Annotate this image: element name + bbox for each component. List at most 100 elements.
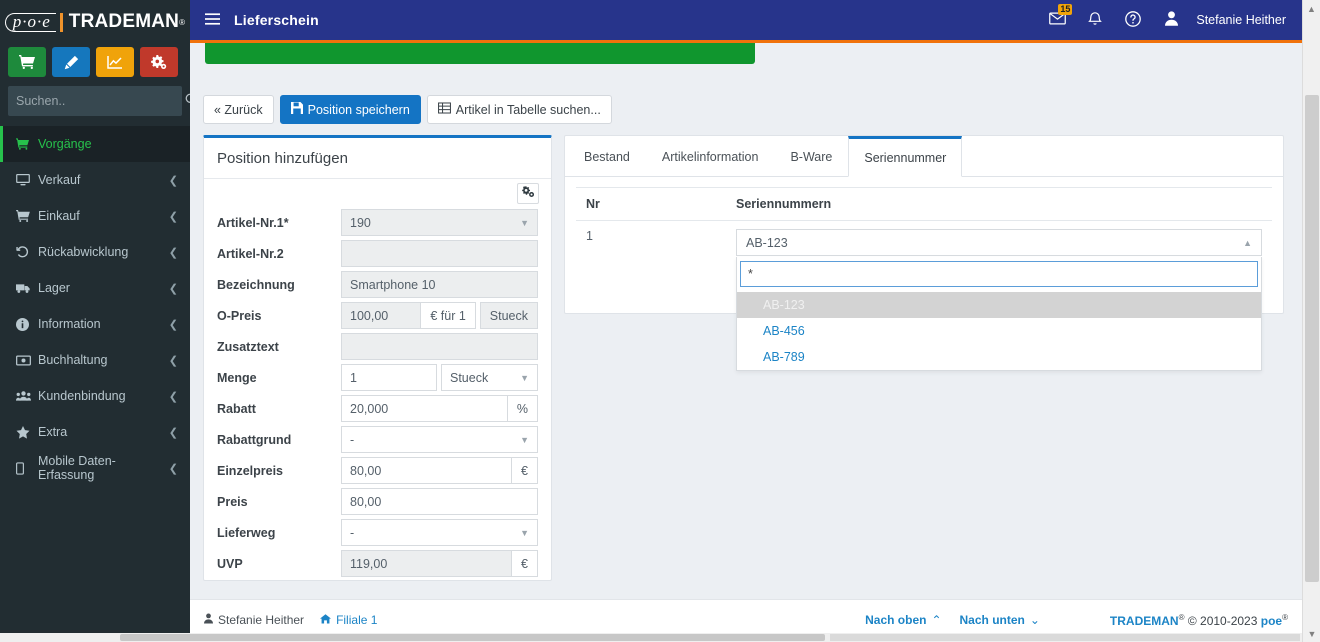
serial-number-select-face[interactable]: AB-123 ▲ — [736, 229, 1262, 256]
chevron-left-icon: ❮ — [168, 426, 178, 439]
form-row: Lieferweg - ▼ — [217, 517, 538, 548]
truck-icon — [16, 283, 38, 294]
sidebar-item-label: Extra — [38, 425, 68, 439]
scroll-up-arrow-icon[interactable]: ▲ — [1303, 0, 1320, 17]
chevron-down-icon: ▼ — [520, 217, 529, 228]
sidebar-item-lager[interactable]: Lager ❮ — [0, 270, 190, 306]
messages-button[interactable]: 15 — [1038, 0, 1076, 40]
bezeichnung-input[interactable]: Smartphone 10 — [341, 271, 538, 298]
selected-value: AB-123 — [746, 235, 788, 250]
einzelpreis-input[interactable]: 80,00 — [341, 457, 513, 484]
sidebar-item-extra[interactable]: Extra ❮ — [0, 414, 190, 450]
artikel-nr-2-input[interactable] — [341, 240, 538, 267]
horizontal-scrollbar[interactable] — [0, 633, 1302, 642]
scroll-to-bottom-link[interactable]: Nach unten ⌄ — [960, 613, 1040, 627]
menge-unit-select[interactable]: Stueck ▼ — [441, 364, 538, 391]
horizontal-scrollbar-thumb[interactable] — [120, 634, 825, 641]
form-settings-button[interactable] — [517, 183, 539, 204]
save-position-button[interactable]: Position speichern — [279, 95, 421, 124]
sidebar-item-mobile-daten-erfassung[interactable]: Mobile Daten-Erfassung ❮ — [0, 450, 190, 486]
search-input[interactable] — [8, 94, 185, 108]
shopping-cart-icon — [19, 55, 35, 69]
brand-logo[interactable]: p·o·e TRADEMAN ® — [0, 0, 190, 44]
chevron-left-icon: ❮ — [168, 390, 178, 403]
chevron-down-icon: ⌄ — [1029, 613, 1040, 627]
copyright-poe: poe — [1260, 613, 1283, 628]
user-name-label[interactable]: Stefanie Heither — [1190, 13, 1288, 27]
tab-seriennummer[interactable]: Seriennummer — [848, 136, 963, 177]
menge-input[interactable]: 1 — [341, 364, 437, 391]
field-label: Artikel-Nr.2 — [217, 246, 284, 261]
mobile-icon — [16, 461, 38, 475]
sidebar-item-information[interactable]: Information ❮ — [0, 306, 190, 342]
rabatt-input[interactable]: 20,000 — [341, 395, 508, 422]
field-value: 80,00 — [350, 463, 382, 478]
lieferweg-select[interactable]: - ▼ — [341, 519, 538, 546]
table-row: 1 AB-123 ▲ * AB-123 AB-456 AB-789 — [576, 221, 1272, 371]
tab-bestand[interactable]: Bestand — [568, 136, 646, 177]
settings-button[interactable] — [140, 47, 178, 77]
form-row: Einzelpreis 80,00 € — [217, 455, 538, 486]
tab-bar: Bestand Artikelinformation B-Ware Serien… — [565, 136, 1283, 177]
cart-icon — [16, 138, 38, 150]
sidebar-item-einkauf[interactable]: Einkauf ❮ — [0, 198, 190, 234]
panel-body: Artikel-Nr.1* 190 ▼ Artikel-Nr.2 Bezeich… — [204, 179, 551, 580]
cart-button[interactable] — [8, 47, 46, 77]
form-row: Zusatztext — [217, 331, 538, 362]
info-circle-icon — [16, 317, 38, 331]
field-value: 1 — [350, 370, 357, 385]
dropdown-option-ab-123[interactable]: AB-123 — [737, 292, 1261, 318]
sidebar-item-vorgaenge[interactable]: Vorgänge — [0, 126, 190, 162]
user-avatar-button[interactable] — [1152, 0, 1190, 40]
rabattgrund-select[interactable]: - ▼ — [341, 426, 538, 453]
sidebar-item-label: Rückabwicklung — [38, 245, 129, 259]
o-preis-input[interactable]: 100,00 — [341, 302, 422, 329]
form-row: Rabattgrund - ▼ — [217, 424, 538, 455]
scroll-down-arrow-icon[interactable]: ▼ — [1303, 625, 1320, 642]
artikel-nr-1-select[interactable]: 190 ▼ — [341, 209, 538, 236]
rabatt-unit-addon: % — [507, 395, 538, 422]
help-button[interactable] — [1114, 0, 1152, 40]
field-value: - — [350, 432, 355, 447]
tab-artikelinformation[interactable]: Artikelinformation — [646, 136, 775, 177]
dropdown-option-ab-789[interactable]: AB-789 — [737, 344, 1261, 370]
form-row: UVP 119,00 € — [217, 548, 538, 579]
preis-input[interactable]: 80,00 — [341, 488, 538, 515]
registered-mark-icon: ® — [1178, 612, 1185, 622]
search-article-table-label: Artikel in Tabelle suchen... — [455, 102, 601, 117]
header-actions: 15 Stefanie Heither — [1038, 0, 1302, 40]
sidebar-item-label: Kundenbindung — [38, 389, 126, 403]
vertical-scrollbar[interactable]: ▲ ▼ — [1302, 0, 1320, 642]
notifications-button[interactable] — [1076, 0, 1114, 40]
sidebar-item-buchhaltung[interactable]: Buchhaltung ❮ — [0, 342, 190, 378]
dropdown-option-ab-456[interactable]: AB-456 — [737, 318, 1261, 344]
star-icon — [16, 425, 38, 439]
back-button[interactable]: « Zurück — [203, 95, 274, 124]
back-button-label: « Zurück — [214, 102, 263, 117]
chart-line-icon — [107, 55, 123, 69]
scroll-to-top-link[interactable]: Nach oben ⌃ — [865, 613, 941, 627]
sidebar-item-verkauf[interactable]: Verkauf ❮ — [0, 162, 190, 198]
scroll-to-bottom-label: Nach unten — [959, 613, 1025, 627]
home-icon — [320, 613, 332, 627]
edit-button[interactable] — [52, 47, 90, 77]
serial-number-dropdown: AB-123 ▲ AB-123 AB-456 — [736, 229, 1262, 371]
tab-b-ware[interactable]: B-Ware — [774, 136, 848, 177]
form-row: Menge 1 Stueck ▼ — [217, 362, 538, 393]
vertical-scrollbar-thumb[interactable] — [1305, 95, 1319, 582]
sidebar-nav: Vorgänge Verkauf ❮ Einkauf ❮ Rückabwickl… — [0, 126, 190, 486]
uvp-input[interactable]: 119,00 — [341, 550, 513, 577]
user-icon — [1164, 11, 1178, 29]
form-row: Preis 80,00 — [217, 486, 538, 517]
zusatztext-input[interactable] — [341, 333, 538, 360]
footer-branch[interactable]: Filiale 1 — [320, 613, 377, 627]
menu-toggle-button[interactable] — [190, 12, 234, 28]
dropdown-search-input[interactable] — [740, 261, 1258, 287]
field-label: Rabatt — [217, 401, 256, 416]
sidebar-item-rueckabwicklung[interactable]: Rückabwicklung ❮ — [0, 234, 190, 270]
search-article-table-button[interactable]: Artikel in Tabelle suchen... — [426, 95, 612, 124]
sidebar-item-kundenbindung[interactable]: Kundenbindung ❮ — [0, 378, 190, 414]
field-value: 100,00 — [350, 308, 389, 323]
question-circle-icon — [1125, 10, 1142, 30]
stats-button[interactable] — [96, 47, 134, 77]
